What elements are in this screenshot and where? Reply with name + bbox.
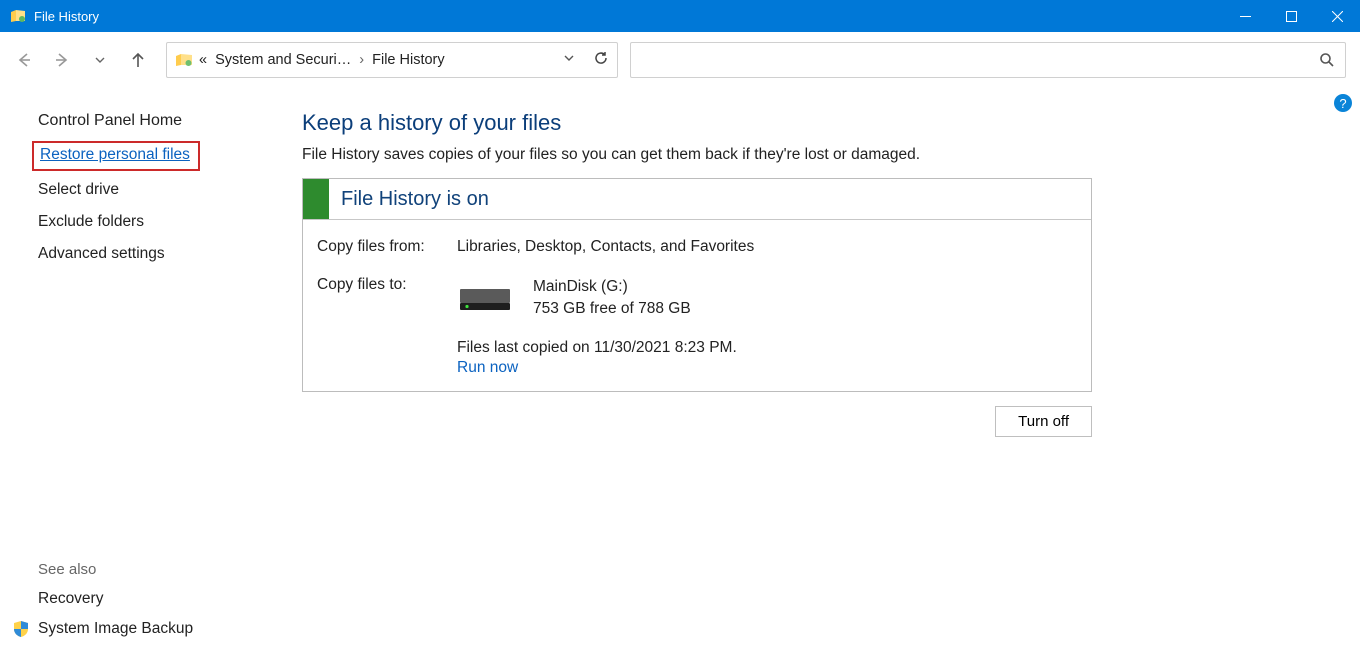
up-button[interactable] — [128, 50, 148, 70]
status-title: File History is on — [329, 188, 489, 211]
select-drive-link[interactable]: Select drive — [38, 181, 276, 199]
search-input[interactable] — [630, 42, 1346, 78]
recovery-label: Recovery — [38, 590, 103, 608]
restore-personal-files-link[interactable]: Restore personal files — [40, 146, 190, 164]
chevron-right-icon: › — [359, 52, 364, 68]
run-now-link[interactable]: Run now — [457, 359, 518, 377]
chevron-down-icon[interactable] — [563, 52, 575, 68]
copy-to-label: Copy files to: — [317, 276, 457, 319]
page-title: Keep a history of your files — [302, 110, 1340, 136]
advanced-settings-link[interactable]: Advanced settings — [38, 245, 276, 263]
drive-icon — [457, 283, 513, 313]
system-image-backup-link[interactable]: System Image Backup — [38, 620, 276, 638]
status-indicator — [303, 179, 329, 219]
breadcrumb-parent[interactable]: System and Securi… — [215, 52, 351, 68]
highlight-box: Restore personal files — [32, 141, 200, 171]
recent-dropdown-icon[interactable] — [90, 50, 110, 70]
folder-icon — [175, 51, 193, 69]
address-bar[interactable]: « System and Securi… › File History — [166, 42, 618, 78]
window-title: File History — [34, 9, 99, 24]
see-also-label: See also — [38, 561, 276, 578]
shield-icon — [12, 620, 30, 638]
refresh-icon[interactable] — [593, 50, 609, 70]
main-content: ? Keep a history of your files File Hist… — [290, 88, 1360, 670]
system-image-backup-label: System Image Backup — [38, 620, 193, 638]
breadcrumb-current[interactable]: File History — [372, 52, 445, 68]
minimize-button[interactable] — [1222, 0, 1268, 32]
search-icon — [1319, 52, 1335, 68]
control-panel-home-link[interactable]: Control Panel Home — [38, 112, 276, 130]
close-button[interactable] — [1314, 0, 1360, 32]
drive-space: 753 GB free of 788 GB — [533, 298, 691, 320]
recovery-link[interactable]: Recovery — [38, 590, 276, 608]
copy-from-value: Libraries, Desktop, Contacts, and Favori… — [457, 238, 754, 256]
copy-from-label: Copy files from: — [317, 238, 457, 256]
turn-off-button[interactable]: Turn off — [995, 406, 1092, 437]
drive-name: MainDisk (G:) — [533, 276, 691, 298]
back-button[interactable] — [14, 50, 34, 70]
toolbar: « System and Securi… › File History — [0, 32, 1360, 88]
title-bar: File History — [0, 0, 1360, 32]
last-copied-text: Files last copied on 11/30/2021 8:23 PM. — [457, 339, 1077, 357]
sidebar: Control Panel Home Restore personal file… — [0, 88, 290, 670]
maximize-button[interactable] — [1268, 0, 1314, 32]
breadcrumb-ellipsis[interactable]: « — [199, 52, 207, 68]
app-icon — [10, 8, 26, 24]
page-description: File History saves copies of your files … — [302, 146, 1340, 164]
exclude-folders-link[interactable]: Exclude folders — [38, 213, 276, 231]
status-panel: File History is on Copy files from: Libr… — [302, 178, 1092, 392]
forward-button[interactable] — [52, 50, 72, 70]
help-icon[interactable]: ? — [1334, 94, 1352, 112]
